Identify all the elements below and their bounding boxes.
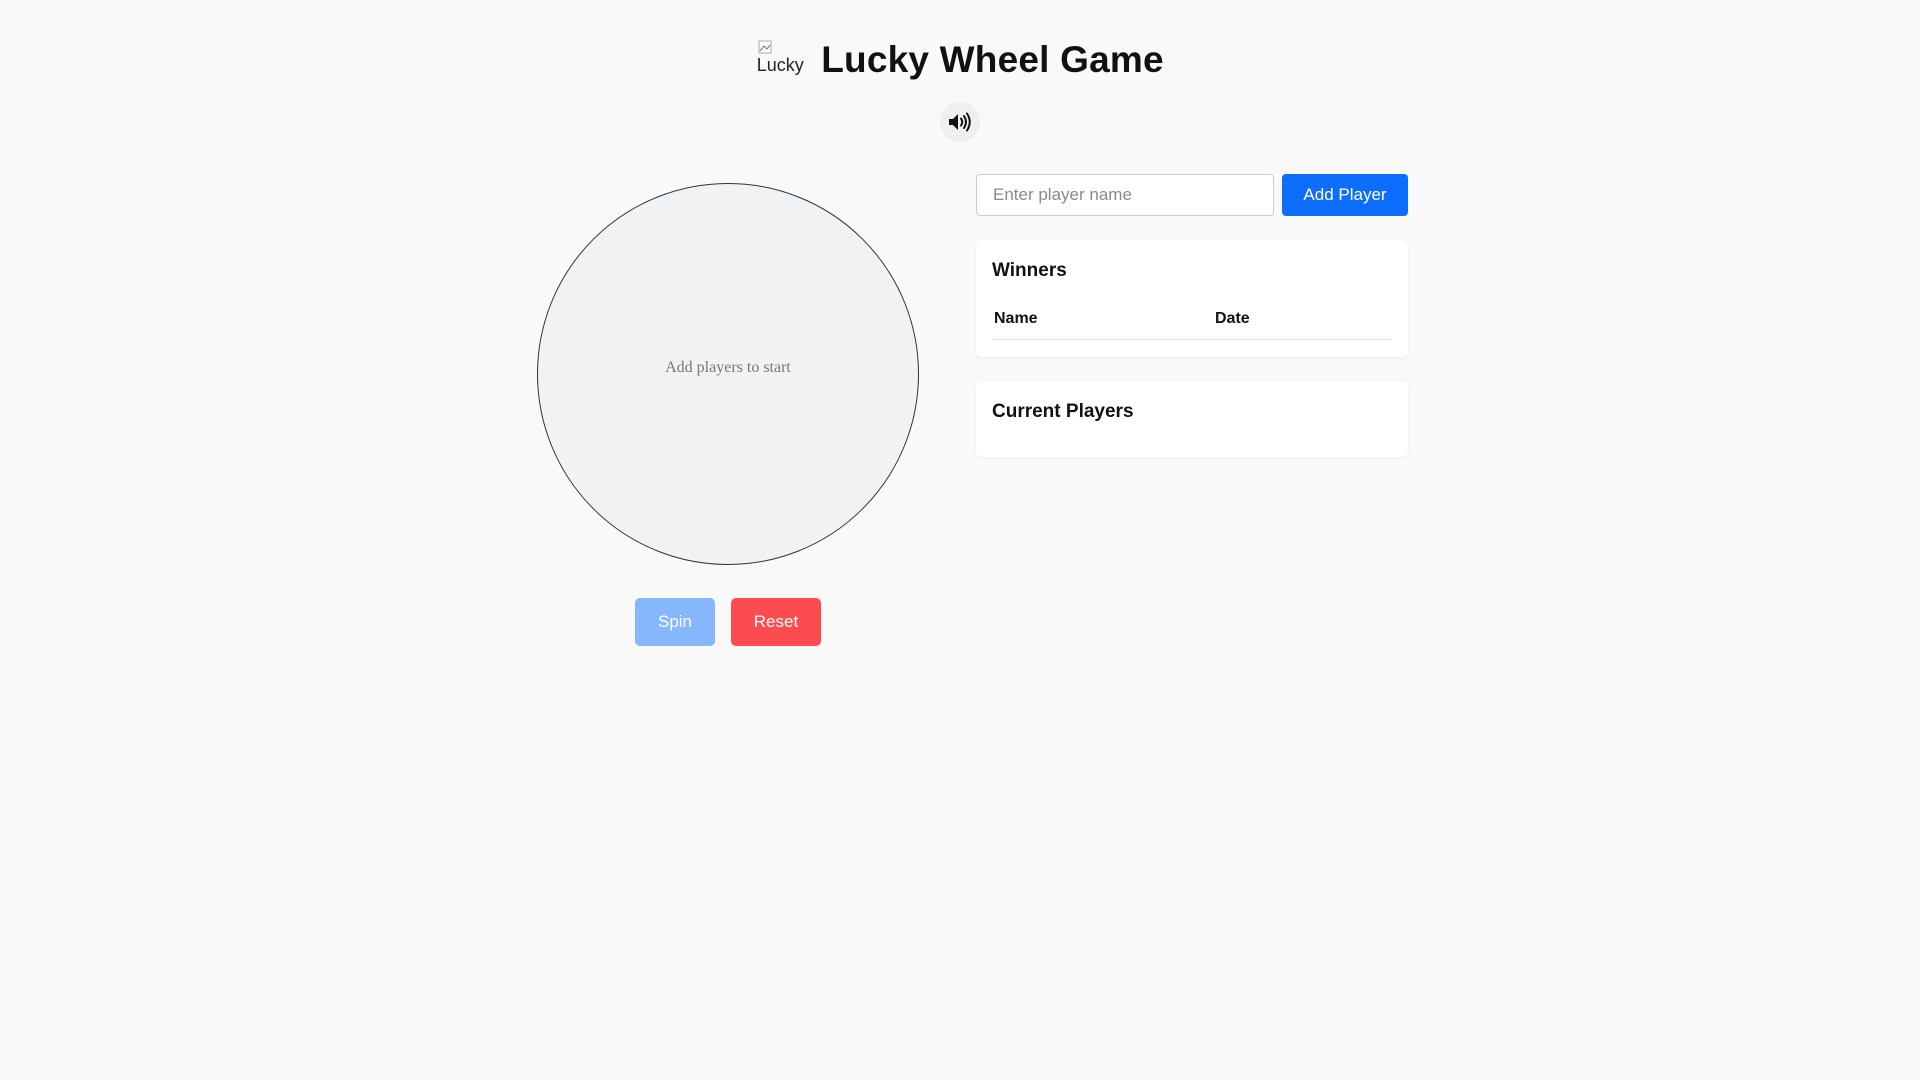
broken-image-icon [758, 40, 772, 54]
reset-button[interactable]: Reset [731, 598, 821, 646]
lucky-wheel[interactable]: Add players to start [537, 183, 919, 565]
add-player-button[interactable]: Add Player [1282, 174, 1408, 216]
current-players-title: Current Players [992, 401, 1134, 422]
header: Lucky .. Lucky Wheel Game [0, 34, 1920, 86]
winners-panel: Winners Name Date [976, 240, 1408, 357]
sound-toggle-button[interactable] [940, 102, 980, 142]
wheel-empty-text: Add players to start [665, 359, 791, 376]
logo-alt-text: Lucky .. [756, 55, 804, 86]
winners-title: Winners [992, 260, 1067, 281]
page-title: Lucky Wheel Game [821, 39, 1164, 80]
column-header-date: Date [1215, 310, 1250, 327]
column-header-name: Name [994, 310, 1038, 327]
player-name-input[interactable] [976, 174, 1274, 216]
speaker-volume-icon [949, 112, 971, 132]
current-players-panel: Current Players [976, 381, 1408, 457]
winners-table-header: Name Date [992, 310, 1392, 340]
spin-button[interactable]: Spin [635, 598, 715, 646]
logo-broken-image: Lucky .. [756, 38, 804, 86]
